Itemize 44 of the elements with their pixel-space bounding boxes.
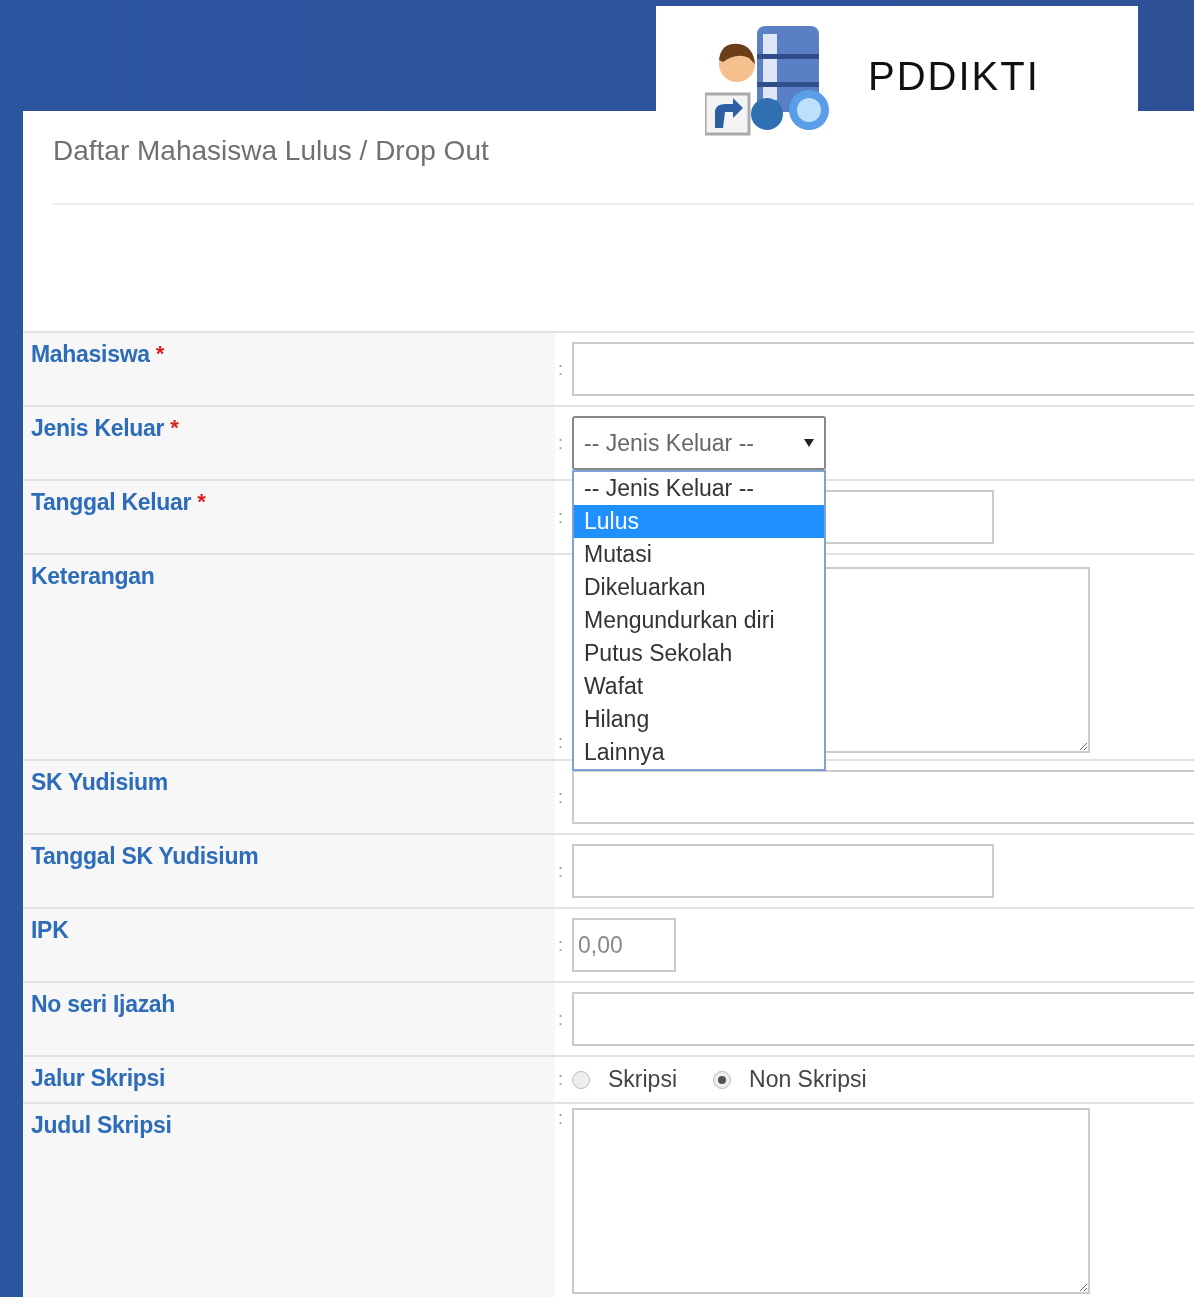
required-mark: * (170, 415, 179, 441)
input-field[interactable] (572, 992, 1194, 1046)
logo-text: PDDIKTI (868, 54, 1040, 99)
colon: : (558, 432, 564, 454)
colon: : (558, 934, 564, 956)
radio-button[interactable] (572, 1070, 590, 1089)
radio-button[interactable] (713, 1070, 731, 1089)
field-label: SK Yudisium (31, 769, 168, 796)
field-label: IPK (31, 917, 69, 944)
required-mark: * (197, 489, 206, 515)
dropdown-option[interactable]: Putus Sekolah (574, 637, 824, 670)
dropdown-option[interactable]: Mengundurkan diri (574, 604, 824, 637)
input-field[interactable]: 0,00 (572, 918, 676, 972)
select-dropdown[interactable]: -- Jenis Keluar -- (572, 416, 826, 470)
field-label: Jalur Skripsi (31, 1065, 166, 1092)
dropdown-option[interactable]: Hilang (574, 703, 824, 736)
colon: : (558, 506, 564, 528)
field-label: Tanggal Keluar (31, 489, 192, 516)
field-label: Tanggal SK Yudisium (31, 843, 259, 870)
radio-label[interactable]: Skripsi (608, 1066, 677, 1093)
dropdown-option[interactable]: -- Jenis Keluar -- (574, 472, 824, 505)
input-field[interactable] (572, 770, 1194, 824)
input-field[interactable] (572, 844, 994, 898)
dropdown-option[interactable]: Dikeluarkan (574, 571, 824, 604)
dropdown-option[interactable]: Wafat (574, 670, 824, 703)
dropdown-option[interactable]: Mutasi (574, 538, 824, 571)
colon: : (558, 1108, 564, 1129)
field-label: No seri Ijazah (31, 991, 176, 1018)
colon: : (558, 786, 564, 808)
colon: : (558, 732, 564, 753)
colon: : (558, 358, 564, 380)
colon: : (558, 1008, 564, 1030)
field-label: Judul Skripsi (31, 1112, 172, 1139)
caret-icon (804, 439, 814, 447)
dropdown-option[interactable]: Lainnya (574, 736, 824, 769)
page-title: Daftar Mahasiswa Lulus / Drop Out (53, 134, 490, 168)
field-label: Keterangan (31, 563, 155, 590)
field-label: Mahasiswa (31, 341, 150, 368)
required-mark: * (155, 341, 165, 367)
colon: : (558, 860, 564, 882)
input-field[interactable] (572, 342, 1194, 396)
radio-label[interactable]: Non Skripsi (749, 1066, 867, 1093)
field-label: Jenis Keluar (31, 415, 165, 442)
colon: : (558, 1069, 564, 1090)
